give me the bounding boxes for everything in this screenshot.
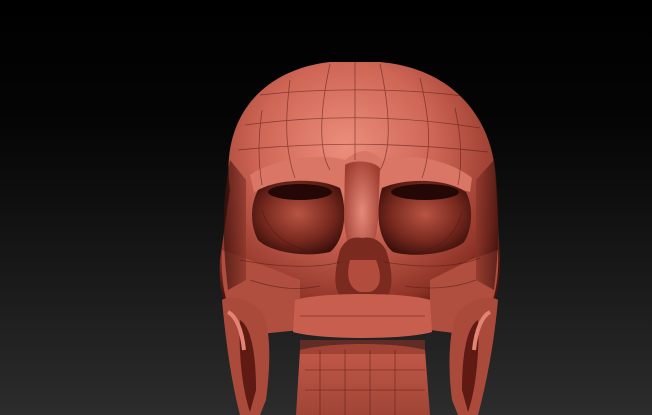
sculpt-canvas[interactable] — [0, 0, 652, 415]
3d-viewport[interactable] — [0, 0, 652, 415]
mandible — [296, 344, 430, 415]
